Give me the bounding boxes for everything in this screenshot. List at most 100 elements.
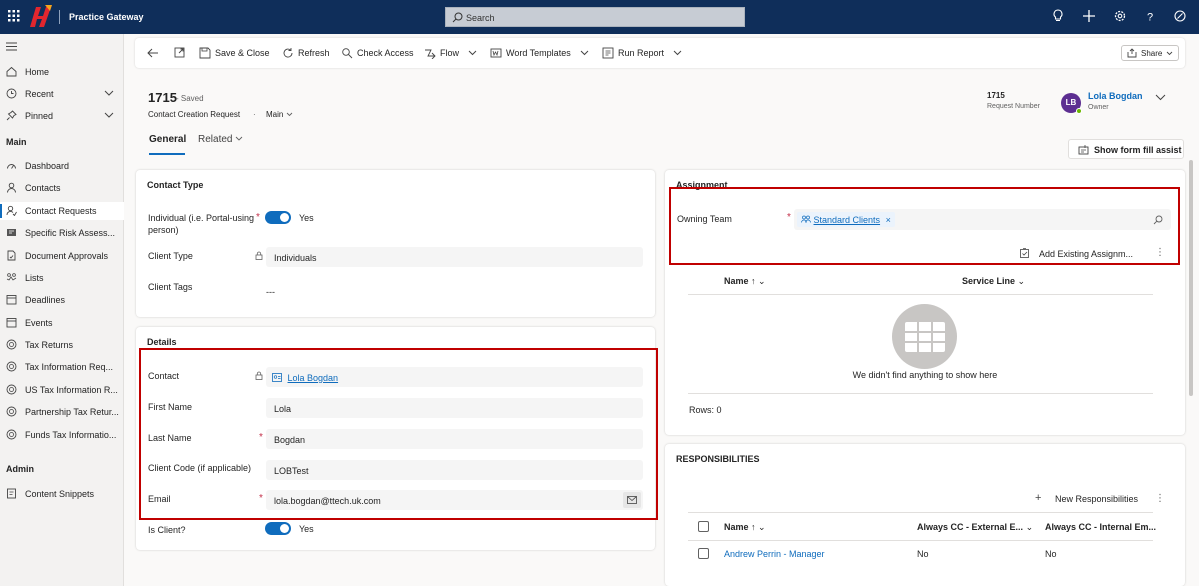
show-form-fill-assist-button[interactable]: Show form fill assist [1068,139,1184,159]
hamburger-icon[interactable] [6,42,17,51]
divider [688,512,1153,513]
sidebar-item-dashboard[interactable]: Dashboard [0,157,124,175]
coin-icon [6,361,17,372]
coin-icon [6,406,17,417]
share-button[interactable]: Share [1121,45,1180,61]
command-bar: Save & Close Refresh Check Access Flow W… [135,38,1185,68]
chevron-down-icon[interactable] [104,90,114,96]
sidebar-item-events[interactable]: Events [0,314,124,332]
flow-button[interactable]: Flow [424,38,477,68]
column-header-cc-internal[interactable]: Always CC - Internal Em... [1045,522,1156,532]
app-launcher-icon[interactable] [7,9,21,23]
is-client-label: Is Client? [148,525,186,535]
column-header-service-line[interactable]: Service Line ⌄ [962,276,1025,287]
form-header: 1715 - Saved Contact Creation Request · … [135,76,1185,160]
owner-name[interactable]: Lola Bogdan [1088,91,1143,101]
sidebar-item-deadlines[interactable]: Deadlines [0,291,124,309]
word-templates-button[interactable]: Word Templates [490,38,589,68]
rows-count: Rows: 0 [689,405,722,415]
client-type-field[interactable]: Individuals [266,247,643,267]
section-title: Details [147,337,177,347]
help-icon[interactable]: ? [1142,8,1158,24]
sidebar-item-contacts[interactable]: Contacts [0,179,124,197]
tab-general[interactable]: General [149,134,186,145]
sidebar: Home Recent Pinned Main Dashboard Contac… [0,34,124,586]
plus-icon[interactable] [1081,8,1097,24]
sidebar-item-pinned[interactable]: Pinned [0,107,124,125]
open-new-window-icon[interactable] [174,47,185,58]
copilot-icon[interactable] [1172,8,1188,24]
form-selector[interactable]: Main [266,110,293,119]
sidebar-item-home[interactable]: Home [0,63,124,81]
dashboard-icon [7,164,16,169]
back-arrow-icon[interactable] [147,48,158,58]
top-bar: Practice Gateway Search ? [0,0,1199,34]
plus-icon: + [1035,492,1042,504]
pin-icon [6,110,17,121]
scrollbar-thumb[interactable] [1189,160,1193,396]
coin-icon [6,339,17,350]
lightbulb-icon[interactable] [1050,8,1066,24]
sidebar-item-recent[interactable]: Recent [0,85,124,103]
settings-icon[interactable] [1112,8,1128,24]
person-icon [7,182,16,193]
more-options-icon[interactable]: ⋮ [1155,493,1165,504]
search-icon [452,12,463,23]
sidebar-item-partnership-tax-returns[interactable]: Partnership Tax Retur... [0,403,124,421]
empty-state-grid-icon [892,304,957,369]
chevron-down-icon[interactable] [104,112,114,118]
responsibilities-section: RESPONSIBILITIES + New Responsibilities … [665,444,1185,586]
app-name[interactable]: Practice Gateway [69,12,144,22]
new-responsibilities-button[interactable]: New Responsibilities [1055,494,1138,504]
sidebar-item-document-approvals[interactable]: Document Approvals [0,247,124,265]
is-client-toggle[interactable] [265,522,291,535]
column-header-name[interactable]: Name ↑ ⌄ [724,522,766,533]
sidebar-item-funds-tax-information[interactable]: Funds Tax Informatio... [0,426,124,444]
sidebar-item-us-tax-information[interactable]: US Tax Information R... [0,381,124,399]
individual-toggle[interactable] [265,211,291,224]
save-close-button[interactable]: Save & Close [199,38,270,68]
search-input[interactable]: Search [445,7,745,27]
sidebar-item-tax-information-requests[interactable]: Tax Information Req... [0,358,124,376]
form-assist-icon [1078,145,1089,155]
clock-icon [6,88,17,99]
chevron-down-icon[interactable] [1155,94,1166,101]
column-header-cc-external[interactable]: Always CC - External E... ⌄ [917,522,1033,533]
chevron-down-icon: ⌄ [1025,522,1034,532]
row-checkbox[interactable] [698,548,709,559]
lock-icon [255,251,263,260]
request-number-label: Request Number [987,103,1040,110]
separator-dot: · [253,110,256,119]
entity-name: Contact Creation Request [148,110,241,119]
chevron-down-icon [286,112,292,117]
sidebar-item-specific-risk-assessments[interactable]: Specific Risk Assess... [0,224,124,242]
responsibility-name-link[interactable]: Andrew Perrin - Manager [724,549,825,559]
chevron-down-icon [235,136,243,141]
sidebar-item-contact-requests[interactable]: Contact Requests [0,202,124,220]
run-report-button[interactable]: Run Report [602,38,682,68]
highlight-box-details [139,348,658,520]
search-placeholder: Search [466,13,495,23]
person-request-icon [6,205,17,216]
client-tags-value[interactable]: --- [266,287,275,297]
sidebar-item-tax-returns[interactable]: Tax Returns [0,336,124,354]
sidebar-item-lists[interactable]: Lists [0,269,124,287]
column-header-name[interactable]: Name ↑ ⌄ [724,276,766,287]
risk-document-icon [7,229,16,236]
calendar-icon [6,295,17,305]
select-all-checkbox[interactable] [698,521,709,532]
grid-icon [905,322,945,352]
check-access-button[interactable]: Check Access [341,38,414,68]
divider [688,540,1153,541]
brand-logo [30,5,52,27]
individual-label: Individual (i.e. Portal-using person) [148,213,255,235]
save-status: - Saved [176,94,204,103]
tab-related[interactable]: Related [198,134,243,145]
calendar-icon [6,318,17,328]
divider [688,294,1153,295]
nav-section-admin: Admin [6,464,34,474]
refresh-button[interactable]: Refresh [282,38,330,68]
sidebar-item-content-snippets[interactable]: Content Snippets [0,485,124,503]
cc-internal-value: No [1045,549,1057,559]
chevron-down-icon [580,50,589,56]
